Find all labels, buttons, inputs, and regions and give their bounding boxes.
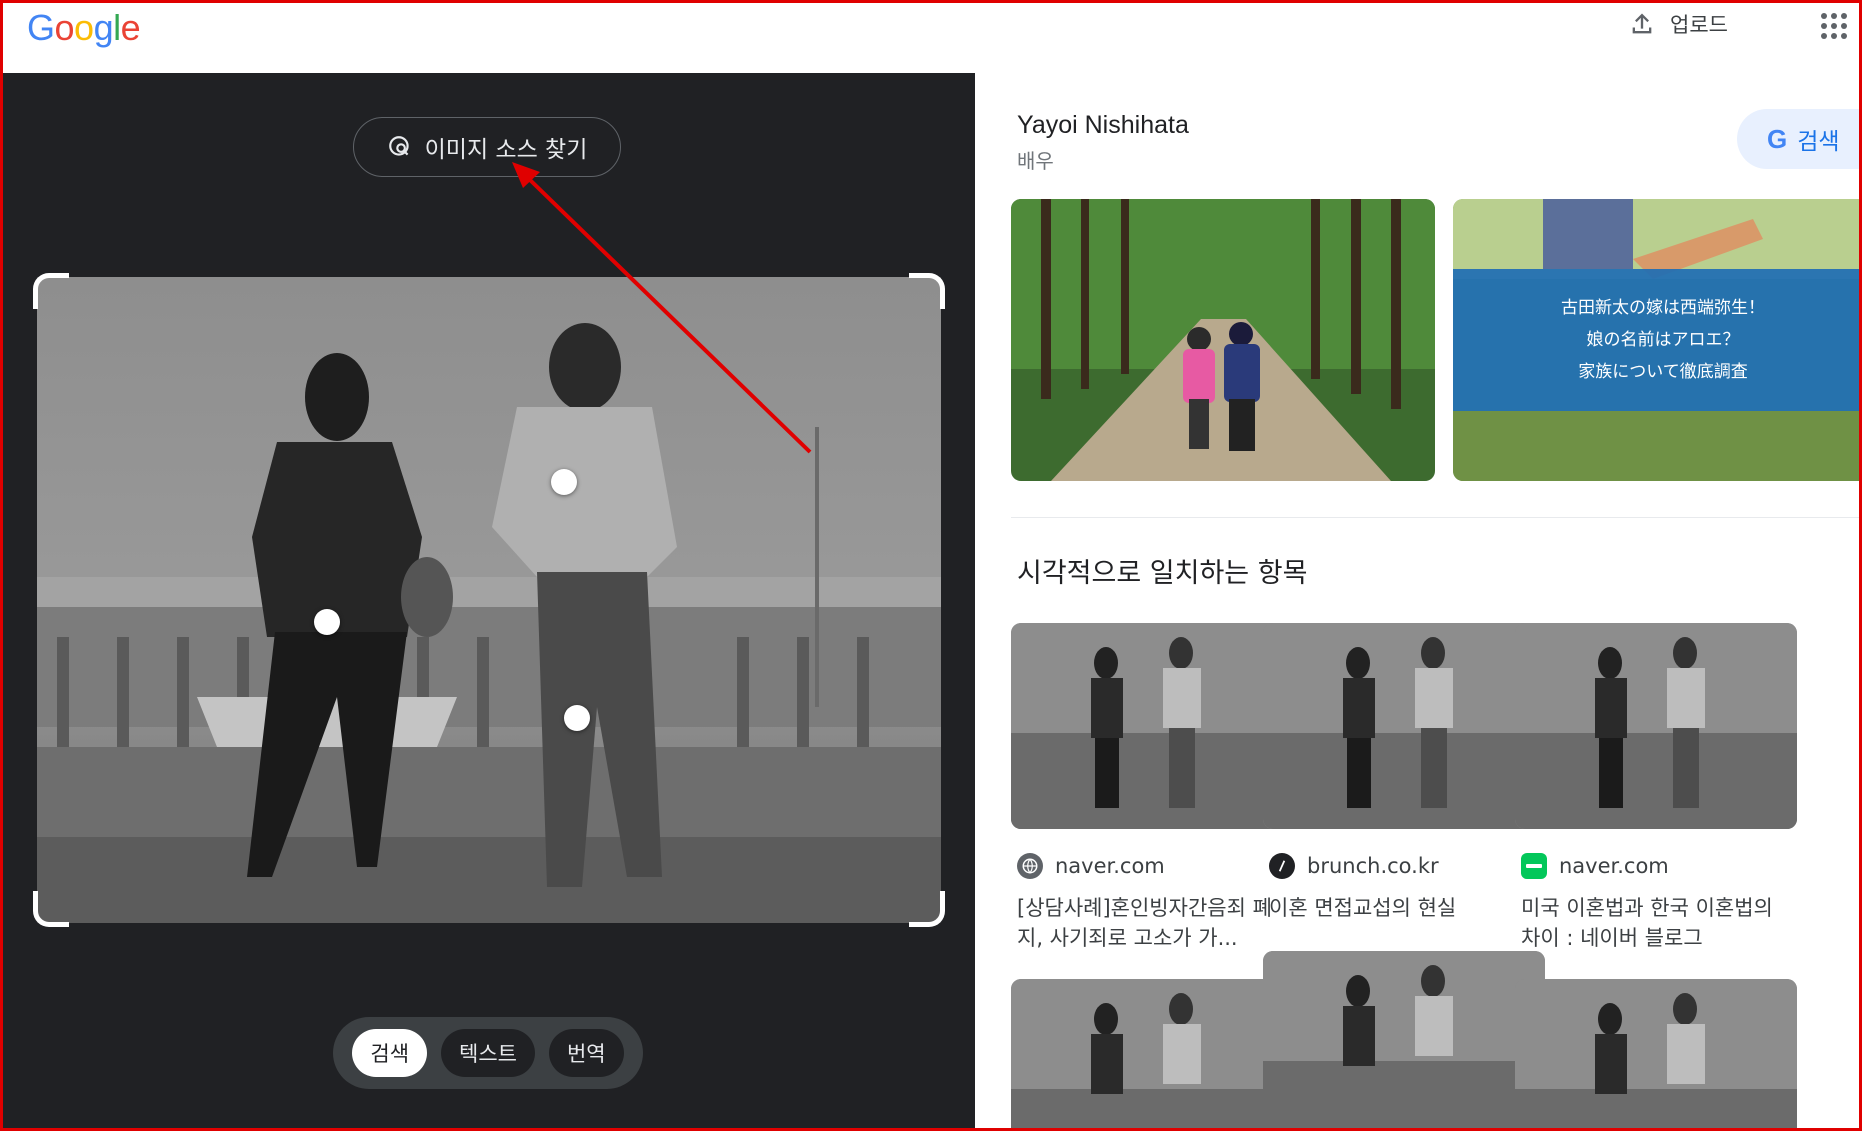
query-photo [37,277,941,923]
result-thumbnail [1515,623,1797,829]
crop-handle-top-right[interactable] [909,273,945,309]
result-title[interactable]: 미국 이혼법과 한국 이혼법의 차이 : 네이버 블로그 [1521,893,1797,953]
object-dot[interactable] [551,469,577,495]
result-thumbnail [1011,979,1293,1128]
result-card[interactable] [1011,979,1293,1128]
logo-letter: o [74,7,94,48]
visual-matches-heading: 시각적으로 일치하는 항목 [1017,558,1308,589]
result-source-name: brunch.co.kr [1307,854,1439,878]
search-button-label: 검색 [1797,129,1840,155]
result-title[interactable]: 이혼 면접교섭의 현실 [1269,893,1545,923]
top-header: Google 업로드 [3,3,1859,73]
upload-button[interactable]: 업로드 [1628,9,1728,39]
divider [1011,517,1859,518]
find-image-source-button[interactable]: 이미지 소스 찾기 [353,117,621,177]
logo-letter: o [54,7,75,48]
upload-label: 업로드 [1670,13,1728,37]
entity-subtitle: 배우 [1017,149,1054,173]
results-pane: Yayoi Nishihata 배우 G 검색 古田新太の嫁は西端弥生！ 娘の名… [975,73,1859,1128]
result-source: brunch.co.kr [1269,853,1439,879]
result-card[interactable] [1263,951,1545,1128]
image-search-icon [388,136,409,156]
result-source: naver.com [1017,853,1165,879]
logo-letter: e [120,7,141,48]
logo-letter: g [93,7,114,48]
brunch-icon [1269,853,1295,879]
result-title[interactable]: [상담사례]혼인빙자간음죄 폐지, 사기죄로 고소가 가... [1017,893,1293,953]
object-dot[interactable] [314,609,340,635]
mode-search-button[interactable]: 검색 [352,1029,428,1077]
globe-icon [1017,853,1043,879]
naver-blog-icon [1521,853,1547,879]
crop-handle-bottom-right[interactable] [909,891,945,927]
mode-switcher: 검색 텍스트 번역 [333,1017,643,1089]
result-source-name: naver.com [1559,854,1669,878]
upload-icon [1632,13,1652,34]
result-card[interactable]: naver.com [상담사례]혼인빙자간음죄 폐지, 사기죄로 고소가 가..… [1011,623,1293,1023]
apps-grid-icon[interactable] [1821,13,1847,39]
query-image [37,277,941,923]
result-thumbnail [1263,623,1545,829]
banner-line: 古田新太の嫁は西端弥生！ [1561,298,1765,318]
logo-letter: G [27,7,55,48]
mode-text-button[interactable]: 텍스트 [441,1029,535,1077]
result-thumbnail [1515,979,1797,1128]
result-card[interactable] [1515,979,1797,1128]
banner-line: 娘の名前はアロエ？ [1586,330,1740,350]
google-g-icon: G [1767,123,1788,154]
entity-image-1[interactable] [1011,199,1435,481]
google-search-button[interactable]: G 검색 [1737,109,1859,169]
google-logo[interactable]: Google [27,7,141,49]
mode-translate-button[interactable]: 번역 [548,1029,624,1077]
find-source-label: 이미지 소스 찾기 [424,137,588,163]
logo-letter: l [113,7,121,48]
article-banner: 古田新太の嫁は西端弥生！ 娘の名前はアロエ？ 家族について徹底調査 [1453,269,1859,411]
result-source-name: naver.com [1055,854,1165,878]
object-dot[interactable] [564,705,590,731]
crop-handle-bottom-left[interactable] [33,891,69,927]
image-viewer-pane: 이미지 소스 찾기 검색 텍스트 번역 [3,73,975,1128]
forest-path-photo [1011,199,1435,481]
entity-title[interactable]: Yayoi Nishihata [1017,111,1189,140]
result-thumbnail [1263,951,1545,1128]
result-card[interactable]: naver.com 미국 이혼법과 한국 이혼법의 차이 : 네이버 블로그 [1515,623,1797,1023]
result-source: naver.com [1521,853,1669,879]
entity-image-2[interactable]: 古田新太の嫁は西端弥生！ 娘の名前はアロエ？ 家族について徹底調査 [1453,199,1859,481]
crop-handle-top-left[interactable] [33,273,69,309]
result-thumbnail [1011,623,1293,829]
banner-line: 家族について徹底調査 [1578,362,1748,382]
